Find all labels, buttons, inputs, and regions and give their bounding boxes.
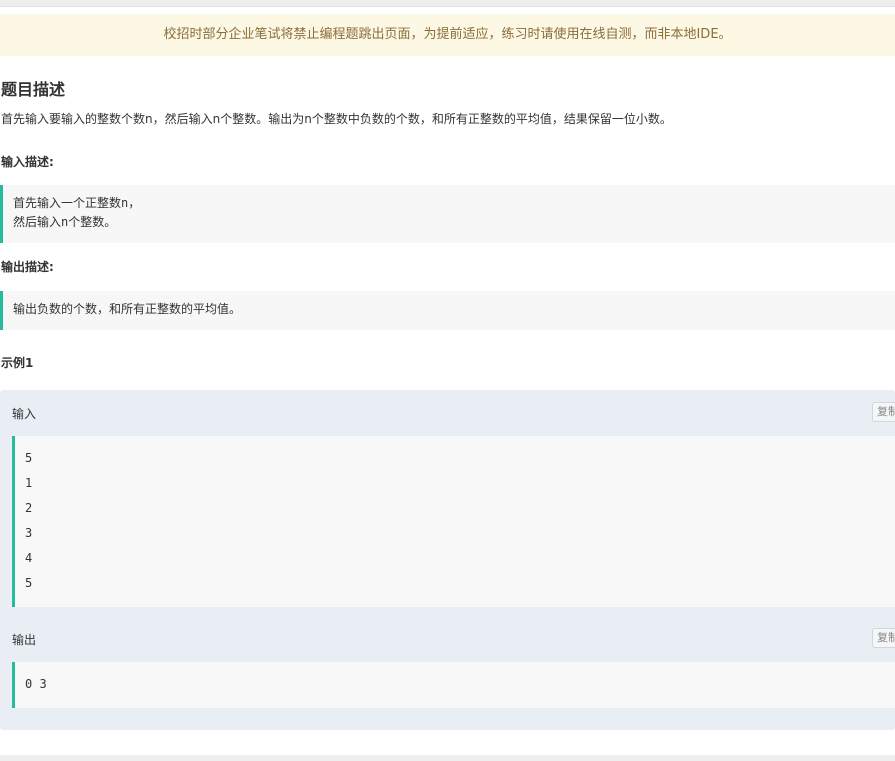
code-line: 1	[25, 476, 33, 490]
code-line: 5	[25, 576, 33, 590]
bottom-divider	[0, 755, 895, 761]
copy-output-button[interactable]: 复制	[872, 628, 895, 648]
output-description-block: 输出负数的个数，和所有正整数的平均值。	[0, 291, 895, 330]
problem-title: 题目描述	[1, 80, 66, 99]
top-divider	[0, 0, 895, 7]
code-line: 5	[25, 451, 33, 465]
example-output-code: 0 3	[12, 662, 895, 708]
code-line: 0 3	[25, 677, 47, 691]
example-box: 输入 复制 5 1 2 3 4 5 输出 复制 0 3	[0, 390, 895, 730]
example-input-label: 输入	[12, 407, 37, 421]
input-description-block: 首先输入一个正整数n， 然后输入n个整数。	[0, 185, 895, 243]
code-line: 2	[25, 501, 33, 515]
code-line: 4	[25, 551, 33, 565]
example-input-code: 5 1 2 3 4 5	[12, 436, 895, 607]
notice-banner: 校招时部分企业笔试将禁止编程题跳出页面，为提前适应，练习时请使用在线自测，而非本…	[0, 14, 895, 56]
input-description-label: 输入描述:	[1, 155, 54, 169]
input-description-line: 然后输入n个整数。	[13, 215, 117, 229]
code-line: 3	[25, 526, 33, 540]
example-output-label: 输出	[12, 633, 37, 647]
copy-input-button[interactable]: 复制	[872, 402, 895, 422]
output-description-line: 输出负数的个数，和所有正整数的平均值。	[13, 302, 242, 316]
input-description-line: 首先输入一个正整数n，	[13, 196, 141, 210]
problem-page: 校招时部分企业笔试将禁止编程题跳出页面，为提前适应，练习时请使用在线自测，而非本…	[0, 0, 895, 761]
example-title: 示例1	[1, 356, 34, 370]
problem-description: 首先输入要输入的整数个数n，然后输入n个整数。输出为n个整数中负数的个数，和所有…	[1, 112, 672, 126]
output-description-label: 输出描述:	[1, 260, 54, 274]
